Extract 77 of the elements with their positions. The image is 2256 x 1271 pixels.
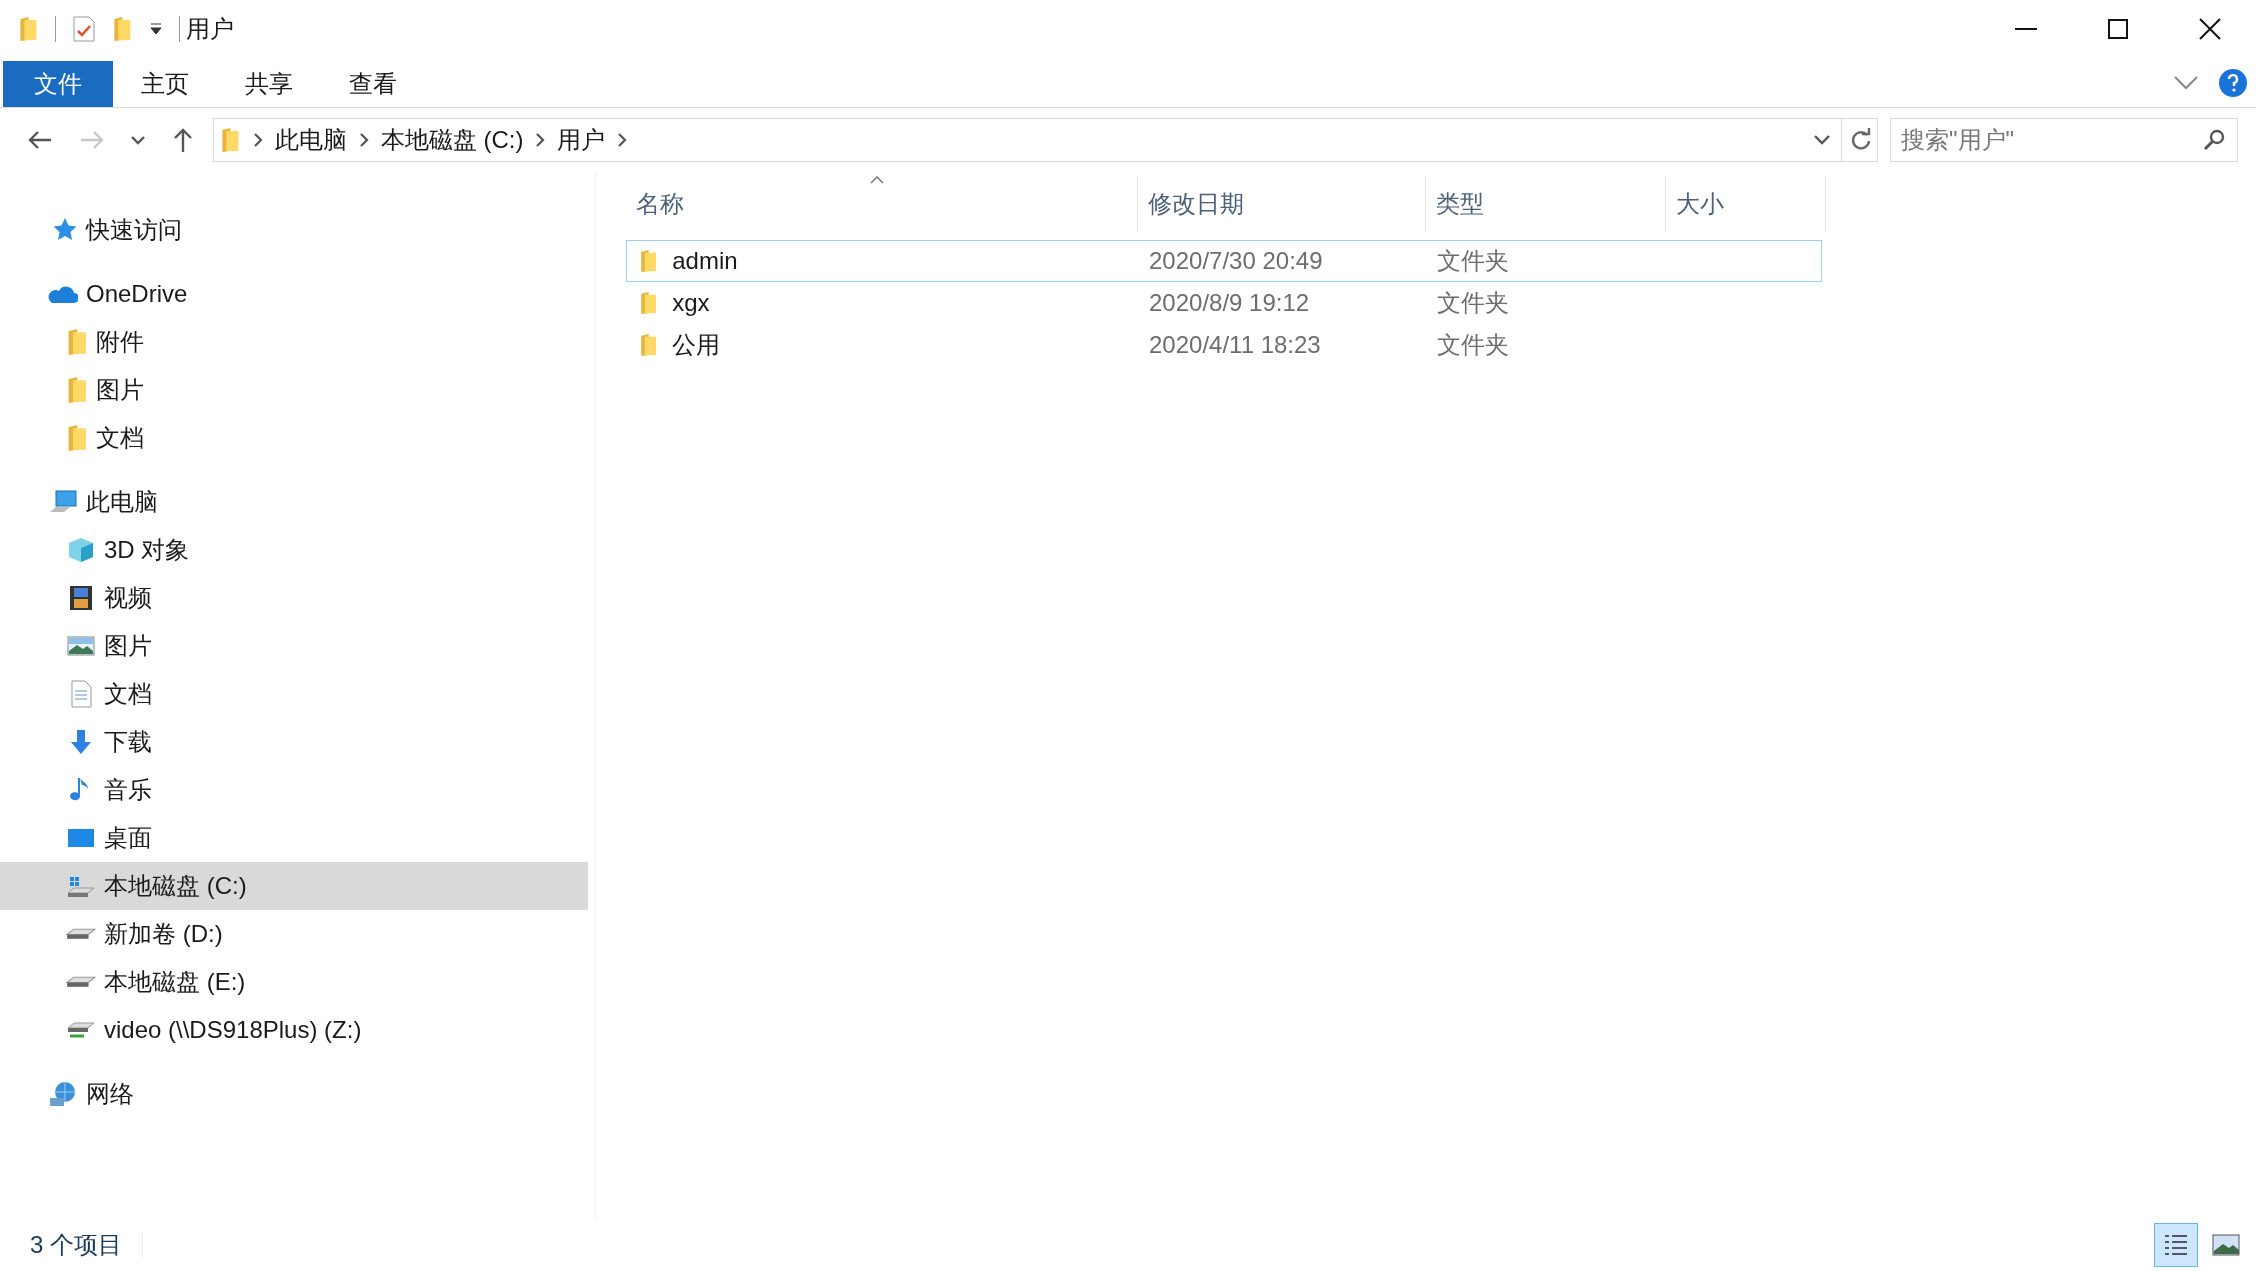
breadcrumb[interactable]: 用户 bbox=[557, 122, 606, 158]
sidebar-item[interactable]: 音乐 bbox=[0, 766, 588, 814]
file-row[interactable]: xgx 2020/8/9 19:12 文件夹 bbox=[626, 282, 1822, 324]
breadcrumb[interactable]: 本地磁盘 (C:) bbox=[380, 122, 524, 158]
chevron-right-icon[interactable] bbox=[358, 132, 369, 148]
sidebar-item[interactable]: 图片 bbox=[0, 366, 588, 414]
expand-ribbon-chevron-icon[interactable] bbox=[2174, 75, 2198, 90]
sort-ascending-caret-icon bbox=[870, 176, 884, 184]
sidebar-item[interactable]: 附件 bbox=[0, 318, 588, 366]
sidebar-item[interactable]: 本地磁盘 (C:) bbox=[0, 862, 588, 910]
sidebar-item[interactable]: 桌面 bbox=[0, 814, 588, 862]
chevron-right-icon[interactable] bbox=[535, 132, 546, 148]
sidebar-item[interactable]: 本地磁盘 (E:) bbox=[0, 958, 588, 1006]
file-type: 文件夹 bbox=[1436, 330, 1510, 360]
column-header[interactable]: 名称 bbox=[626, 176, 1138, 232]
maximize-icon bbox=[2108, 19, 2128, 39]
cube-icon bbox=[66, 535, 96, 565]
sidebar-item[interactable]: 视频 bbox=[0, 574, 588, 622]
help-icon[interactable] bbox=[2218, 67, 2248, 98]
chevron-right-icon[interactable] bbox=[252, 132, 263, 148]
file-name: xgx bbox=[672, 288, 710, 318]
modified-date: 2020/4/11 18:23 bbox=[1148, 330, 1322, 360]
folder-icon bbox=[639, 249, 659, 273]
folder-icon bbox=[220, 127, 241, 153]
modified-date: 2020/8/9 19:12 bbox=[1148, 288, 1311, 318]
properties-check-icon[interactable] bbox=[71, 15, 96, 43]
dropdown-chevron-icon[interactable] bbox=[1813, 134, 1831, 146]
file-name: 公用 bbox=[672, 330, 721, 360]
sidebar-item[interactable]: 此电脑 bbox=[0, 478, 588, 526]
search-icon[interactable] bbox=[2202, 128, 2226, 152]
file-row[interactable]: 公用 2020/4/11 18:23 文件夹 bbox=[626, 324, 1822, 366]
customize-dropdown-icon[interactable] bbox=[148, 22, 163, 36]
breadcrumb[interactable]: 此电脑 bbox=[274, 122, 347, 158]
file-name: admin bbox=[672, 246, 738, 276]
column-header[interactable]: 大小 bbox=[1666, 176, 1826, 232]
ribbon-tab[interactable]: 文件 bbox=[3, 61, 113, 107]
address-bar[interactable]: 此电脑 本地磁盘 (C:) 用户 bbox=[213, 118, 1878, 162]
sidebar-item[interactable]: 快速访问 bbox=[0, 206, 588, 254]
network-globe-icon bbox=[48, 1079, 78, 1109]
folder-icon bbox=[639, 291, 659, 315]
minimize-icon bbox=[2015, 28, 2037, 30]
column-header[interactable]: 类型 bbox=[1426, 176, 1666, 232]
item-count: 3 个项目 bbox=[30, 1230, 122, 1260]
sidebar-item[interactable]: 3D 对象 bbox=[0, 526, 588, 574]
ribbon-tab[interactable]: 查看 bbox=[321, 61, 425, 107]
window-title: 用户 bbox=[185, 14, 234, 44]
chevron-right-icon[interactable] bbox=[617, 132, 628, 148]
folder-icon bbox=[639, 333, 659, 357]
ribbon-tab[interactable]: 共享 bbox=[217, 61, 321, 107]
sidebar-item[interactable]: 下载 bbox=[0, 718, 588, 766]
modified-date: 2020/7/30 20:49 bbox=[1148, 246, 1324, 276]
drive-icon bbox=[66, 928, 96, 940]
file-type: 文件夹 bbox=[1436, 288, 1510, 318]
folder-icon bbox=[18, 16, 39, 42]
back-arrow-icon[interactable] bbox=[26, 129, 53, 151]
details-view-button[interactable] bbox=[2154, 1223, 2198, 1267]
ribbon-tab[interactable]: 主页 bbox=[113, 61, 217, 107]
dropdown-caret-icon[interactable] bbox=[130, 134, 147, 146]
sidebar-item[interactable]: 网络 bbox=[0, 1070, 588, 1118]
file-row[interactable]: admin 2020/7/30 20:49 文件夹 bbox=[626, 240, 1822, 282]
sidebar-item[interactable]: video (\\DS918Plus) (Z:) bbox=[0, 1006, 588, 1054]
folder-icon bbox=[66, 376, 89, 404]
search-field[interactable]: 搜索"用户" bbox=[1890, 118, 2238, 162]
picture-icon bbox=[2212, 1233, 2240, 1257]
sidebar-item[interactable]: 新加卷 (D:) bbox=[0, 910, 588, 958]
sidebar-item[interactable]: 文档 bbox=[0, 670, 588, 718]
column-header[interactable]: 修改日期 bbox=[1138, 176, 1426, 232]
file-type: 文件夹 bbox=[1436, 246, 1510, 276]
drive-icon bbox=[66, 976, 96, 988]
folder-icon bbox=[66, 424, 89, 452]
network-drive-icon bbox=[66, 1022, 96, 1038]
close-icon bbox=[2199, 18, 2221, 40]
folder-icon bbox=[66, 328, 89, 356]
sidebar-item[interactable]: 文档 bbox=[0, 414, 588, 462]
sidebar-item[interactable]: OneDrive bbox=[0, 270, 588, 318]
sidebar-item[interactable]: 图片 bbox=[0, 622, 588, 670]
new-folder-icon bbox=[111, 16, 133, 42]
